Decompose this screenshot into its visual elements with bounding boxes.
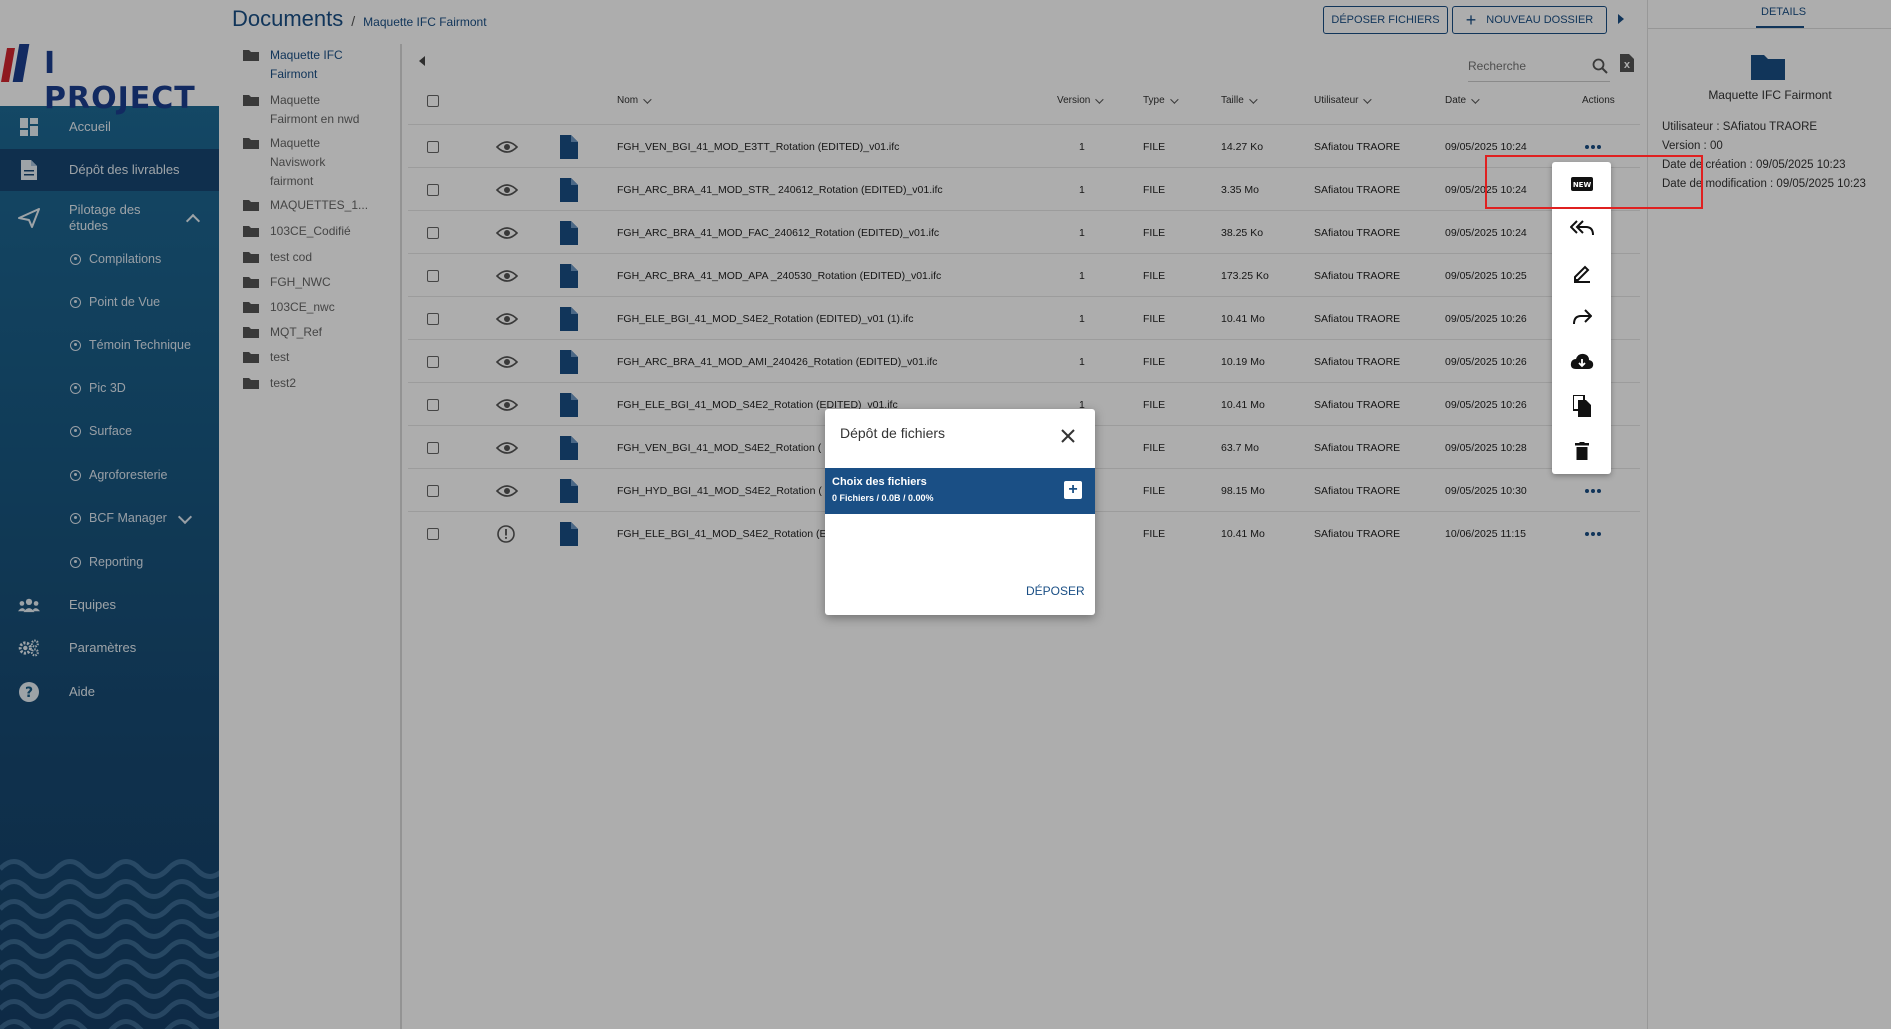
plus-icon: + <box>1068 481 1078 498</box>
file-choice-summary: 0 Fichiers / 0.0B / 0.00% <box>832 493 934 503</box>
deposit-button[interactable]: DÉPOSER <box>1026 584 1085 598</box>
close-icon[interactable] <box>1059 427 1077 445</box>
edit-icon <box>1573 265 1590 283</box>
context-menu-copy[interactable] <box>1552 384 1611 428</box>
download-icon <box>1570 353 1593 369</box>
add-files-button[interactable]: + <box>1064 481 1082 499</box>
context-menu-reply-all[interactable] <box>1552 206 1611 250</box>
context-menu-edit[interactable] <box>1552 251 1611 295</box>
context-menu-download[interactable] <box>1552 340 1611 384</box>
file-choice-title: Choix des fichiers <box>832 476 927 488</box>
context-menu-share[interactable] <box>1552 295 1611 339</box>
delete-icon <box>1574 442 1589 460</box>
copy-icon <box>1572 395 1591 417</box>
context-menu-delete[interactable] <box>1552 429 1611 473</box>
dialog-title: Dépôt de fichiers <box>840 425 946 441</box>
annotation-highlight-box <box>1485 155 1703 209</box>
reply-all-icon <box>1569 220 1594 236</box>
share-icon <box>1572 309 1592 325</box>
upload-dialog: Dépôt de fichiers Choix des fichiers 0 F… <box>825 409 1095 615</box>
file-choice-section: Choix des fichiers 0 Fichiers / 0.0B / 0… <box>825 468 1095 514</box>
